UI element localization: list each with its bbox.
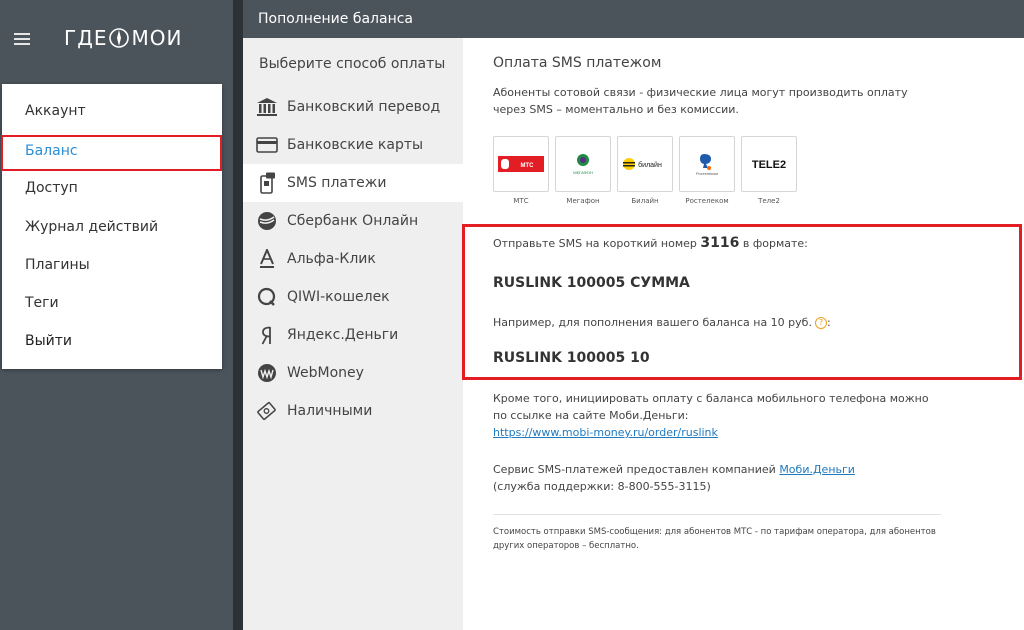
sms-instruction: Отправьте SMS на короткий номер 3116 в ф… (493, 235, 808, 251)
sms-payment-content: Оплата SMS платежом Абоненты сотовой свя… (462, 38, 1024, 630)
operator-caption: Мегафон (566, 197, 600, 205)
menu-item-tags[interactable]: Теги (2, 285, 222, 321)
method-label: Сбербанк Онлайн (287, 213, 419, 229)
sms-command-example: RUSLINK 100005 10 (493, 350, 650, 366)
provider-label: Сервис SMS-платежей предоставлен компани… (493, 463, 776, 476)
account-dropdown-menu: Аккаунт Баланс Доступ Журнал действий Пл… (2, 84, 222, 369)
operator-caption: Теле2 (758, 197, 780, 205)
bank-icon (255, 95, 279, 119)
method-bank-transfer[interactable]: Банковский перевод (243, 88, 463, 126)
menu-item-activity-log[interactable]: Журнал действий (2, 209, 222, 245)
logo-text-right: МОИ (131, 26, 183, 50)
method-label: SMS платежи (287, 175, 387, 191)
method-qiwi[interactable]: QIWI-кошелек (243, 278, 463, 316)
megafon-logo-text: МЕГАФОН (573, 170, 593, 175)
operator-logo-box: МЕГАФОН (555, 136, 611, 192)
cash-icon (255, 399, 279, 423)
operator-logo-box: Ростелеком (679, 136, 735, 192)
operator-logo-box: TELE2 (741, 136, 797, 192)
megafon-logo-icon: МЕГАФОН (573, 154, 593, 175)
support-phone: (служба поддержки: 8-800-555-3115) (493, 480, 711, 493)
method-yandex-money[interactable]: Яндекс.Деньги (243, 316, 463, 354)
operator-logo-box: билайн (617, 136, 673, 192)
operator-logo-box: МТС (493, 136, 549, 192)
operator-tele2: TELE2 Теле2 (741, 136, 797, 205)
alternative-payment-text: Кроме того, инициировать оплату с баланс… (493, 390, 933, 441)
operator-megafon: МЕГАФОН Мегафон (555, 136, 611, 205)
sms-prefix: Отправьте SMS на короткий номер (493, 237, 697, 250)
menu-item-balance[interactable]: Баланс (2, 133, 222, 169)
beeline-logo-text: билайн (638, 161, 662, 169)
operator-rostelecom: Ростелеком Ростелеком (679, 136, 735, 205)
mts-logo-text: МТС (521, 163, 535, 169)
method-bank-cards[interactable]: Банковские карты (243, 126, 463, 164)
method-alfa-click[interactable]: Альфа-Клик (243, 240, 463, 278)
method-label: Банковские карты (287, 137, 424, 153)
rostelecom-logo-icon: Ростелеком (696, 154, 718, 176)
help-icon[interactable]: ? (814, 317, 827, 329)
method-label: Альфа-Клик (287, 251, 376, 267)
operator-beeline: билайн Билайн (617, 136, 673, 205)
sms-short-number: 3116 (700, 235, 740, 251)
method-webmoney[interactable]: WebMoney (243, 354, 463, 392)
mts-logo-icon: МТС (498, 156, 544, 172)
payment-methods-panel: Выберите способ оплаты Банковский перево… (243, 38, 463, 630)
logo-compass-icon (109, 28, 130, 48)
sms-command-format: RUSLINK 100005 СУММА (493, 275, 690, 291)
beeline-logo-icon: билайн (623, 158, 662, 170)
method-label: Банковский перевод (287, 99, 441, 115)
provider-info: Сервис SMS-платежей предоставлен компани… (493, 461, 933, 495)
operator-logos: МТС МТС МЕГАФОН Мегафон билайн Билайн Ро… (493, 136, 797, 205)
sberbank-icon (255, 209, 279, 233)
sms-example-text: Например, для пополнения вашего баланса … (493, 316, 831, 329)
page-title: Пополнение баланса (258, 11, 414, 27)
yandex-icon (255, 323, 279, 347)
method-cash[interactable]: Наличными (243, 392, 463, 430)
content-divider (493, 514, 941, 515)
sms-suffix: в формате: (742, 237, 808, 250)
example-colon: : (826, 316, 831, 329)
operator-mts: МТС МТС (493, 136, 549, 205)
method-label: Яндекс.Деньги (287, 327, 399, 343)
menu-item-logout[interactable]: Выйти (2, 323, 222, 359)
menu-item-access[interactable]: Доступ (2, 170, 222, 206)
method-sms-payments[interactable]: SMS платежи (243, 164, 463, 202)
content-title: Оплата SMS платежом (493, 55, 662, 71)
sidebar-divider (233, 0, 243, 630)
logo-text-left: ГДЕ (64, 26, 108, 50)
sms-cost-footnote: Стоимость отправки SMS-сообщения: для аб… (493, 527, 936, 551)
method-sberbank-online[interactable]: Сбербанк Онлайн (243, 202, 463, 240)
method-label: Наличными (287, 403, 373, 419)
webmoney-icon (255, 361, 279, 385)
card-icon (255, 133, 279, 157)
operator-caption: Билайн (631, 197, 659, 205)
content-intro: Абоненты сотовой связи - физические лица… (493, 86, 908, 116)
operator-caption: Ростелеком (685, 197, 729, 205)
example-label: Например, для пополнения вашего баланса … (493, 316, 812, 329)
hamburger-menu-icon[interactable] (14, 33, 30, 45)
method-label: WebMoney (287, 365, 364, 381)
rostelecom-logo-text: Ростелеком (696, 171, 718, 176)
method-label: QIWI-кошелек (287, 289, 390, 305)
tele2-logo-text: TELE2 (752, 159, 786, 171)
menu-item-plugins[interactable]: Плагины (2, 247, 222, 283)
menu-item-account[interactable]: Аккаунт (2, 93, 222, 129)
tele2-logo-icon: TELE2 (752, 159, 786, 171)
app-logo[interactable]: ГДЕ МОИ (64, 26, 182, 50)
mobi-money-link[interactable]: Моби.Деньги (779, 463, 855, 476)
sidebar-topbar: ГДЕ МОИ (0, 0, 233, 80)
sms-phone-icon (255, 171, 279, 195)
alfa-icon (255, 247, 279, 271)
mobi-money-order-link[interactable]: https://www.mobi-money.ru/order/ruslink (493, 426, 718, 439)
payment-methods-heading: Выберите способ оплаты (259, 56, 446, 72)
operator-caption: МТС (513, 197, 529, 205)
qiwi-icon (255, 285, 279, 309)
page-header: Пополнение баланса (243, 0, 1024, 38)
alt-payment-label: Кроме того, инициировать оплату с баланс… (493, 392, 929, 422)
